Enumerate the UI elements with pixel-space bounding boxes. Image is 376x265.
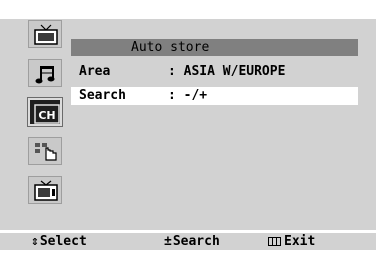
help-search-label: Search xyxy=(172,234,220,249)
channel-icon-label: CH xyxy=(38,109,55,122)
menu-exit-icon xyxy=(268,237,281,246)
channel-icon[interactable]: CH xyxy=(27,97,63,127)
menu-title: Auto store xyxy=(131,40,210,55)
tv-picture-icon[interactable] xyxy=(28,20,62,48)
sound-note-icon[interactable] xyxy=(28,59,62,87)
help-exit: Exit xyxy=(268,233,315,250)
menu-row-search[interactable]: Search : -/+ xyxy=(71,87,358,105)
help-select: ⇕Select xyxy=(31,233,87,250)
osd-screen: CH Auto store Area: ASIA W/EUROPE Searc… xyxy=(0,0,376,265)
setup-hand-icon[interactable] xyxy=(28,137,62,165)
help-select-label: Select xyxy=(39,234,87,249)
area-value: : ASIA W/EUROPE xyxy=(168,64,286,79)
plus-minus-icon: ± xyxy=(164,234,172,249)
area-label: Area xyxy=(79,64,111,79)
help-exit-label: Exit xyxy=(284,234,316,249)
menu-row-area[interactable]: Area : ASIA W/EUROPE xyxy=(71,63,358,81)
search-value: : -/+ xyxy=(168,88,208,103)
search-label: Search xyxy=(79,88,126,103)
input-tv-icon[interactable] xyxy=(28,176,62,204)
up-down-arrow-icon: ⇕ xyxy=(31,234,39,249)
menu-icon-rail: CH xyxy=(24,20,66,212)
help-search: ±Search xyxy=(164,233,220,250)
menu-title-bar: Auto store xyxy=(71,39,358,56)
